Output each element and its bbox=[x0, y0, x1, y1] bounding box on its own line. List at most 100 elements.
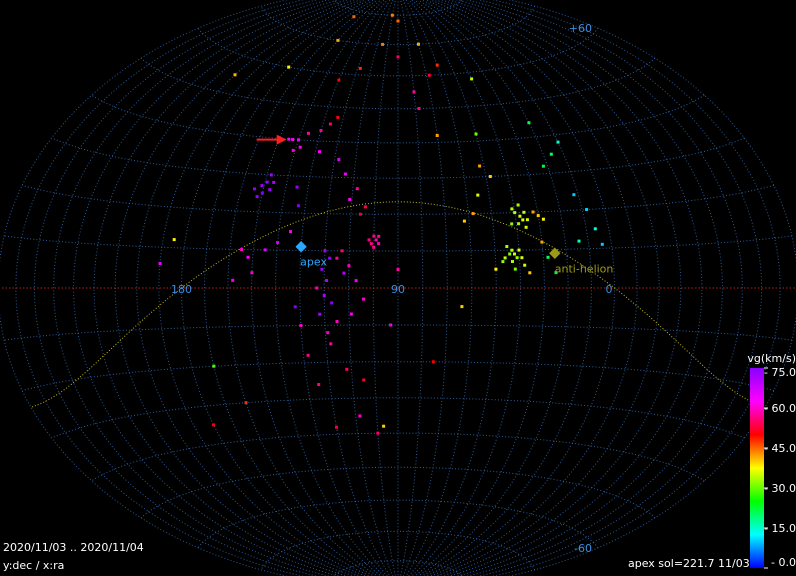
radiant-point bbox=[536, 214, 540, 218]
radiant-point bbox=[363, 205, 367, 209]
radiant-point bbox=[572, 193, 576, 197]
radiant-point bbox=[377, 234, 381, 238]
radiant-point bbox=[347, 264, 351, 268]
radiant-point bbox=[352, 15, 356, 19]
radiant-point bbox=[335, 425, 338, 429]
radiant-point bbox=[522, 210, 526, 214]
radiant-point bbox=[260, 191, 264, 195]
radiant-point bbox=[291, 138, 295, 141]
radiant-point bbox=[212, 423, 216, 427]
radiant-point bbox=[293, 305, 297, 309]
radiant-point bbox=[521, 218, 525, 222]
colorbar-tick-label: - 45.0 bbox=[764, 442, 796, 455]
radiant-point bbox=[517, 222, 521, 226]
colorbar-tick-label: - 15.0 bbox=[764, 522, 796, 535]
radiant-point bbox=[318, 312, 322, 316]
radiant-point bbox=[287, 137, 291, 141]
radiant-point bbox=[317, 383, 321, 386]
radiant-point bbox=[372, 245, 376, 249]
radiant-point bbox=[212, 364, 216, 368]
radiant-point bbox=[296, 204, 300, 208]
radiant-point bbox=[345, 367, 349, 371]
radiant-point bbox=[390, 13, 394, 17]
radiant-point bbox=[342, 271, 346, 275]
radiant-point bbox=[377, 242, 381, 246]
radiant-point bbox=[329, 342, 333, 346]
radiant-point bbox=[488, 175, 492, 178]
date-range-label: 2020/11/03 .. 2020/11/04 bbox=[3, 541, 144, 554]
radiant-point bbox=[250, 271, 254, 275]
radiant-point bbox=[478, 164, 482, 168]
radiant-point bbox=[255, 195, 259, 199]
radiant-point bbox=[253, 187, 256, 191]
radiant-point bbox=[260, 184, 264, 188]
radiant-point bbox=[525, 218, 529, 222]
radiant-point bbox=[518, 214, 522, 218]
radiant-point bbox=[494, 267, 498, 271]
radiant-point bbox=[240, 248, 244, 251]
radiant-point bbox=[520, 256, 524, 260]
radiant-point bbox=[396, 55, 400, 59]
radiant-point bbox=[328, 122, 332, 126]
radiant-point bbox=[541, 164, 545, 168]
radiant-point bbox=[527, 121, 531, 125]
radiant-point bbox=[318, 150, 321, 154]
radiant-point bbox=[524, 225, 528, 229]
radiant-point bbox=[556, 140, 560, 144]
radiant-point bbox=[276, 241, 280, 245]
radiant-point bbox=[269, 173, 273, 177]
radiant-point bbox=[367, 238, 371, 242]
radiant-point bbox=[322, 294, 326, 297]
colorbar-tick-label: - 0.0 bbox=[771, 556, 796, 569]
parallel-line bbox=[260, 530, 536, 571]
radiant-point bbox=[172, 238, 176, 242]
radiant-point bbox=[354, 279, 358, 283]
axes-label: y:dec / x:ra bbox=[3, 559, 65, 572]
radiant-point bbox=[319, 129, 323, 132]
radiant-point bbox=[508, 252, 512, 256]
radiant-point bbox=[291, 148, 295, 152]
ecliptic-line bbox=[30, 201, 762, 408]
radiant-point bbox=[462, 219, 466, 223]
colorbar-title: vg(km/s) bbox=[747, 352, 796, 365]
radiant-point bbox=[287, 65, 291, 69]
radiant-point bbox=[511, 260, 514, 263]
radiant-point bbox=[600, 242, 604, 246]
radiant-point bbox=[335, 320, 339, 323]
radiant-point bbox=[343, 172, 347, 176]
radiant-point bbox=[540, 240, 544, 244]
radiant-point bbox=[244, 401, 248, 405]
radiant-point bbox=[510, 207, 514, 211]
apex-label: apex bbox=[300, 256, 327, 269]
radiant-point bbox=[517, 248, 521, 252]
meridian-line bbox=[417, 0, 569, 576]
radiant-point bbox=[268, 188, 272, 192]
radiant-point bbox=[265, 180, 269, 184]
radiant-point bbox=[362, 378, 366, 382]
radiant-point bbox=[417, 42, 420, 46]
ra-tick-label: 180 bbox=[171, 283, 192, 296]
radiant-point bbox=[355, 187, 359, 191]
markers: apex anti-helion bbox=[256, 134, 613, 275]
radiant-point bbox=[476, 193, 480, 197]
radiant-point bbox=[336, 115, 340, 119]
radiant-point bbox=[503, 256, 507, 260]
radiant-point bbox=[289, 230, 292, 234]
radiant-point bbox=[335, 256, 339, 260]
radiant-point bbox=[158, 262, 162, 265]
sky-map: apexanti-helion +80+60-60-80180900 vg(km… bbox=[0, 0, 796, 576]
radiant-point bbox=[528, 271, 532, 275]
radiant-point bbox=[297, 138, 300, 142]
radiant-point bbox=[510, 222, 514, 226]
radiant-point bbox=[513, 267, 517, 271]
radiant-point bbox=[531, 210, 535, 214]
radiant-point bbox=[460, 305, 464, 309]
radiant-point bbox=[435, 63, 439, 67]
radiant-point bbox=[298, 145, 302, 149]
radiant-point bbox=[396, 19, 400, 23]
radiant-point bbox=[501, 260, 505, 264]
radiant-point bbox=[513, 211, 517, 215]
radiant-point bbox=[336, 38, 340, 42]
radiant-point bbox=[546, 255, 550, 259]
radiant-point bbox=[431, 360, 435, 364]
